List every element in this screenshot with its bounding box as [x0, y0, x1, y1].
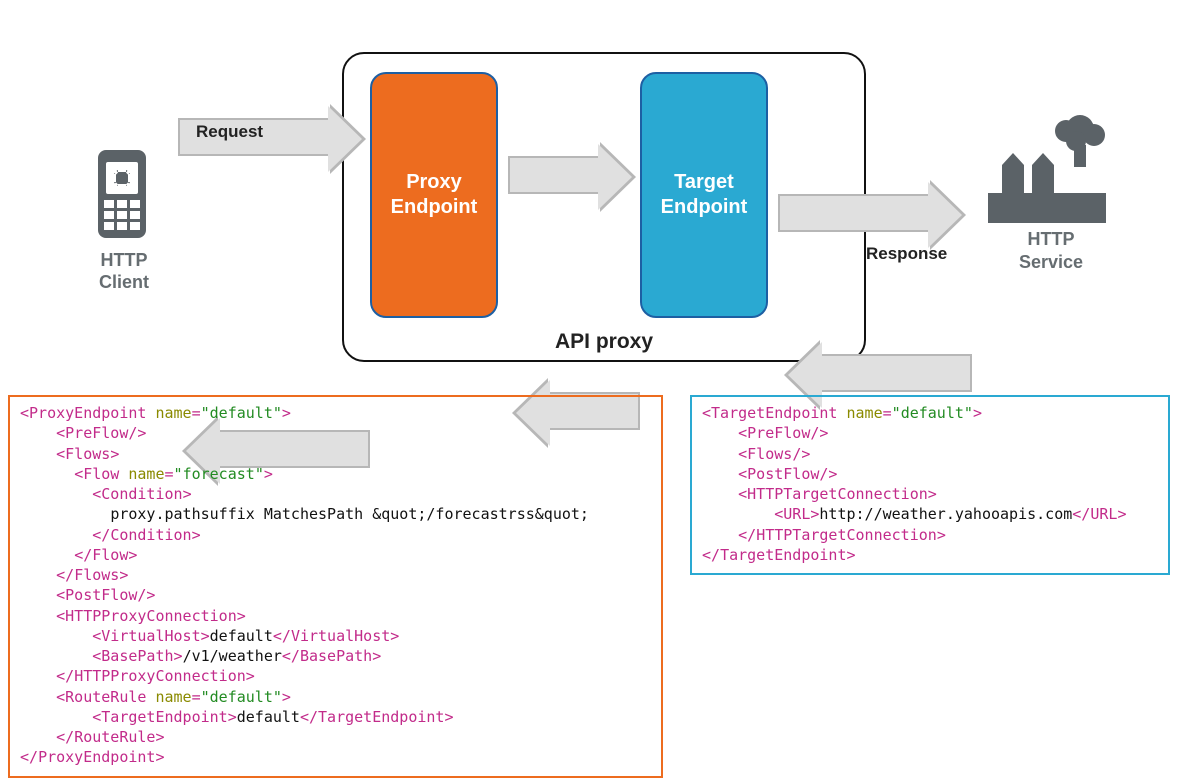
arrow-proxy-to-target-req: [508, 156, 600, 194]
http-client-icon: [92, 150, 152, 250]
http-service-label: HTTP Service: [1011, 228, 1091, 273]
response-label: Response: [866, 244, 947, 264]
http-client-label: HTTP Client: [95, 250, 153, 293]
proxy-endpoint-block: Proxy Endpoint: [370, 72, 498, 318]
proxy-endpoint-xml: <ProxyEndpoint name="default"> <PreFlow/…: [8, 395, 663, 778]
arrow-service-to-target: [820, 354, 972, 392]
api-proxy-title: API proxy: [555, 330, 653, 354]
request-label: Request: [196, 122, 263, 142]
target-endpoint-xml: <TargetEndpoint name="default"> <PreFlow…: [690, 395, 1170, 575]
arrow-target-to-service: [778, 194, 930, 232]
http-service-icon: [988, 115, 1113, 230]
diagram-canvas: HTTP Client HTTP Service API proxy Proxy…: [0, 0, 1186, 778]
target-endpoint-block: Target Endpoint: [640, 72, 768, 318]
